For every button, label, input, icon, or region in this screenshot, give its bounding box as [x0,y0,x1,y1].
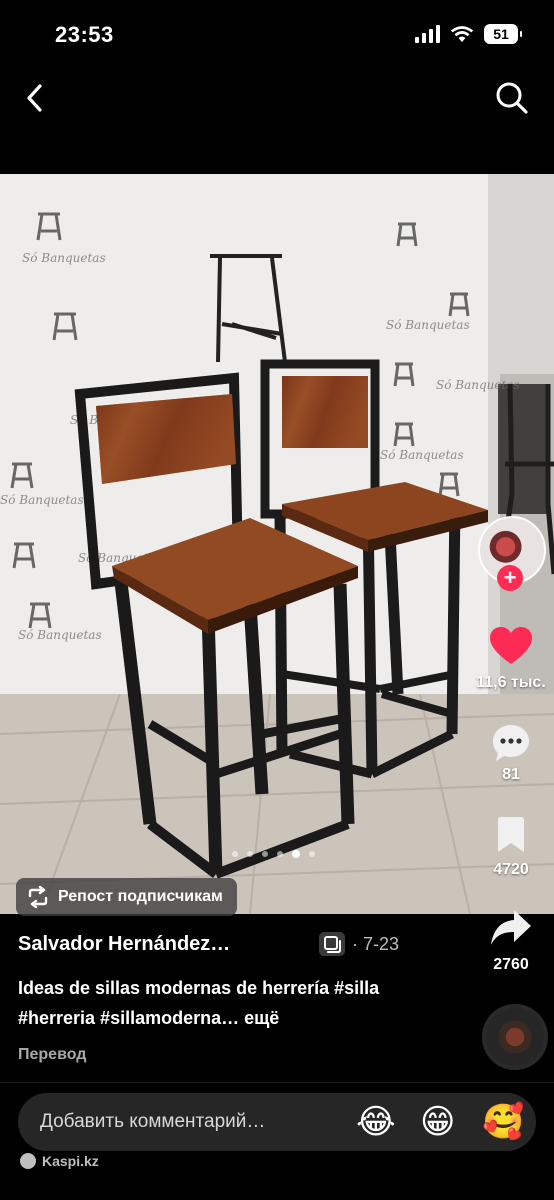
description-text: Ideas de sillas modernas de herrería #si… [18,978,380,1028]
kaspi-logo-icon [20,1153,36,1169]
watermark-text: Kaspi.kz [42,1153,99,1169]
back-button[interactable] [18,80,50,116]
battery-icon: 51 [484,24,522,44]
comment-placeholder[interactable]: Добавить комментарий… [40,1111,265,1133]
music-disc[interactable] [482,1004,548,1070]
carousel-dot-active[interactable] [292,850,300,858]
carousel-dot[interactable] [309,851,315,857]
heart-icon [490,627,532,664]
svg-text:Só Banquetas: Só Banquetas [386,318,470,332]
follow-button[interactable]: + [497,565,523,591]
wifi-icon [450,26,474,42]
carousel-dots[interactable] [232,850,315,858]
emoji-love-button[interactable]: 🥰 [482,1102,524,1142]
svg-text:Só Banquetas: Só Banquetas [0,493,84,507]
watermark: Kaspi.kz [20,1153,99,1169]
carousel-dot[interactable] [277,851,283,857]
signal-icon [415,25,440,43]
status-time: 23:53 [55,22,114,47]
search-button[interactable] [494,80,530,116]
svg-text:Só Banquetas: Só Banquetas [380,448,464,462]
author-name[interactable]: Salvador Hernández… [18,933,288,956]
like-count: 11,6 тыс. [476,674,546,691]
back-arrow-icon [27,84,42,112]
like-button[interactable] [471,626,551,671]
repost-icon [28,886,48,908]
save-count: 4720 [493,861,529,878]
comment-icon [493,725,529,761]
repost-button[interactable]: Репост подписчикам [16,878,237,916]
svg-text:Só Banquetas: Só Banquetas [18,628,102,642]
share-count: 2760 [493,956,529,973]
repost-label: Репост подписчикам [58,888,223,905]
divider [0,1082,554,1083]
share-button[interactable] [471,908,551,953]
save-button[interactable] [471,816,551,859]
more-link[interactable]: ещё [239,1008,279,1028]
comment-count: 81 [502,766,520,783]
carousel-dot[interactable] [247,851,253,857]
emoji-laugh-button[interactable]: 😂 [356,1102,396,1142]
emoji-grin-button[interactable]: 😁 [420,1102,455,1142]
translate-link[interactable]: Перевод [18,1046,86,1064]
search-icon [496,82,528,114]
bookmark-icon [498,817,524,852]
post-description[interactable]: Ideas de sillas modernas de herrería #si… [18,973,438,1033]
post-photo[interactable]: Só Banquetas Só Banquetas Só Banquetas S… [0,174,554,914]
carousel-dot[interactable] [232,851,238,857]
gallery-icon [319,932,345,956]
svg-text:Só Banquetas: Só Banquetas [22,251,106,265]
post-meta: · 7-23 [318,931,399,957]
share-icon [491,910,531,945]
svg-text:Só Banquetas: Só Banquetas [436,378,520,392]
battery-level: 51 [493,26,509,42]
post-date: · 7-23 [352,933,400,954]
status-icons: 51 [415,24,522,44]
comment-button[interactable] [471,722,551,769]
carousel-dot[interactable] [262,851,268,857]
